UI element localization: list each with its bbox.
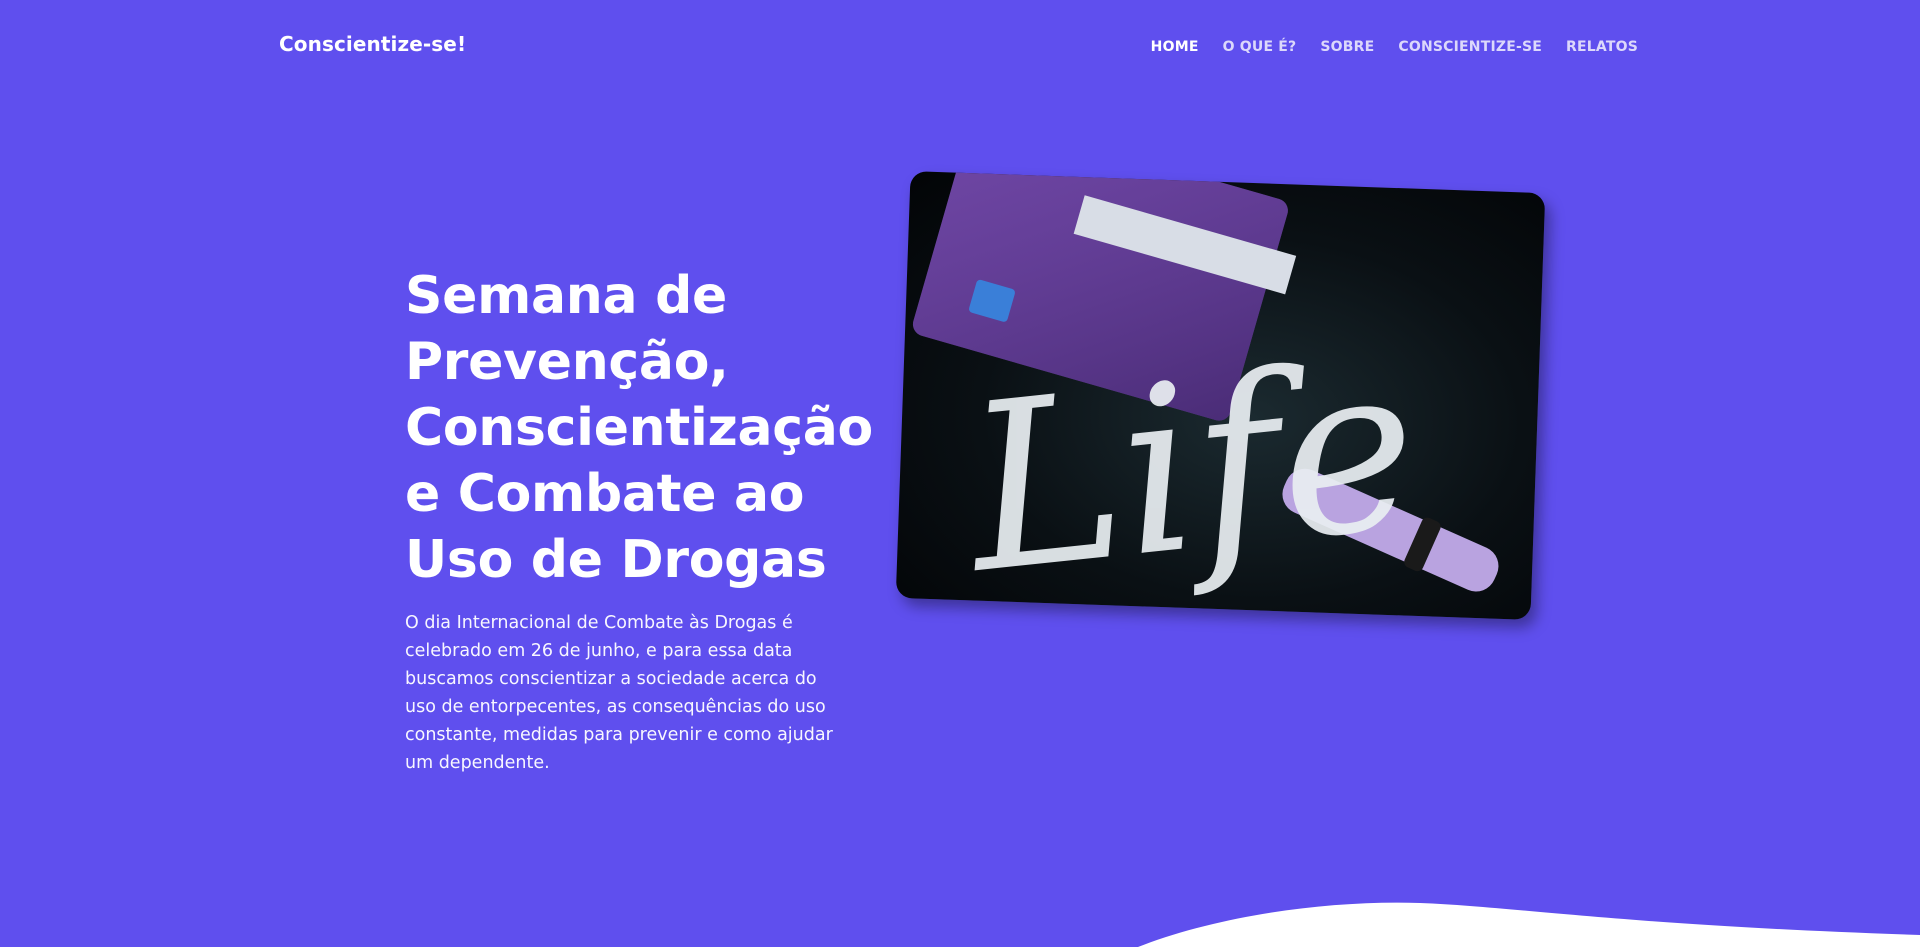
nav-item-o-que-e: O QUE É? [1223, 36, 1297, 55]
nav-link-home[interactable]: HOME [1151, 39, 1199, 55]
nav-item-relatos: RELATOS [1566, 36, 1638, 55]
hero-title: Semana de Prevenção, Conscientização e C… [405, 266, 873, 590]
nav-link-o-que-e[interactable]: O QUE É? [1223, 39, 1297, 55]
nav-item-conscientize-se: CONSCIENTIZE-SE [1398, 36, 1542, 55]
page: Conscientize-se! HOME O QUE É? SOBRE CON… [0, 0, 1920, 947]
nav-menu: HOME O QUE É? SOBRE CONSCIENTIZE-SE RELA… [1127, 36, 1638, 55]
bottom-wave-divider [1138, 902, 1920, 947]
brand-logo-link[interactable]: Conscientize-se! [279, 32, 466, 56]
hero-image-illustration: Life [912, 171, 1499, 620]
hero-image: Life [895, 171, 1546, 620]
nav-link-conscientize-se[interactable]: CONSCIENTIZE-SE [1398, 39, 1542, 55]
nav-link-sobre[interactable]: SOBRE [1320, 39, 1374, 55]
navbar: Conscientize-se! HOME O QUE É? SOBRE CON… [0, 0, 1920, 94]
nav-item-home: HOME [1151, 36, 1199, 55]
nav-link-relatos[interactable]: RELATOS [1566, 39, 1638, 55]
powder-lettering: Life [952, 312, 1429, 620]
hero-description: O dia Internacional de Combate às Drogas… [405, 613, 833, 773]
nav-item-sobre: SOBRE [1320, 36, 1374, 55]
